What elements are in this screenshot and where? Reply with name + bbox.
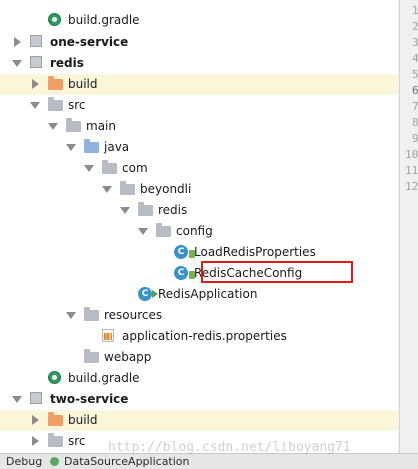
tree-row-label: build.gradle — [68, 13, 140, 27]
tree-row-label: two-service — [50, 392, 129, 406]
tree-row-config[interactable]: config — [0, 221, 398, 242]
folder-gray-icon — [48, 433, 63, 449]
tree-row-label: config — [176, 224, 213, 238]
line-number: 5 — [412, 68, 418, 81]
folder-gray-icon — [48, 97, 63, 113]
module-icon — [30, 35, 45, 50]
tree-row-label: application-redis.properties — [122, 329, 287, 343]
expanded-arrow-icon[interactable] — [30, 100, 40, 110]
line-number: 1 — [412, 4, 418, 17]
tree-row-application-redis[interactable]: application-redis.properties — [0, 326, 398, 347]
expanded-arrow-icon[interactable] — [12, 58, 22, 68]
tree-row-build-redis[interactable]: build — [0, 74, 398, 95]
folder-resources-icon — [84, 307, 99, 323]
collapsed-arrow-icon[interactable] — [30, 79, 40, 89]
editor-gutter: 1 2 3 4 5 6 7 8 9 10 11 12 — [399, 0, 418, 453]
tree-row-src-two[interactable]: src — [0, 431, 398, 452]
selection-highlight-box — [201, 261, 353, 283]
tree-row-label: com — [122, 161, 148, 175]
tree-row-redis-pkg[interactable]: redis — [0, 200, 398, 221]
expanded-arrow-icon[interactable] — [66, 310, 76, 320]
tree-row-build-gradle-root[interactable]: build.gradle — [0, 10, 398, 31]
folder-orange-icon — [48, 76, 63, 92]
tree-row-label: redis — [158, 203, 188, 217]
debug-config-label[interactable]: DataSourceApplication — [64, 455, 190, 468]
tree-row-label: LoadRedisProperties — [194, 245, 316, 259]
tree-row-label: src — [68, 98, 86, 112]
line-number: 3 — [412, 36, 418, 49]
folder-gray-icon — [84, 349, 99, 365]
package-icon — [156, 223, 171, 239]
tree-row-src-redis[interactable]: src — [0, 95, 398, 116]
line-number: 2 — [412, 20, 418, 33]
tree-row-label: redis — [50, 56, 84, 70]
tree-row-label: resources — [104, 308, 163, 322]
line-number: 8 — [412, 116, 418, 129]
expanded-arrow-icon[interactable] — [12, 394, 22, 404]
tree-row-label: webapp — [104, 350, 152, 364]
tree-row-build-gradle-redis[interactable]: build.gradle — [0, 368, 398, 389]
tree-row-one-service[interactable]: one-service — [0, 32, 398, 53]
collapsed-arrow-icon[interactable] — [30, 415, 40, 425]
tree-row-com[interactable]: com — [0, 158, 398, 179]
expanded-arrow-icon[interactable] — [138, 226, 148, 236]
module-icon — [30, 392, 45, 407]
line-number: 11 — [405, 164, 418, 177]
module-icon — [30, 56, 45, 71]
status-bar: Debug DataSourceApplication — [0, 453, 418, 469]
tree-row-label: build — [68, 77, 98, 91]
tree-row-webapp[interactable]: webapp — [0, 347, 398, 368]
line-number: 12 — [405, 180, 418, 193]
line-number: 6 — [412, 84, 418, 97]
tree-row-build-two[interactable]: build — [0, 410, 398, 431]
folder-orange-icon — [48, 412, 63, 428]
collapsed-arrow-icon[interactable] — [12, 37, 22, 47]
tree-row-label: src — [68, 434, 86, 448]
properties-icon — [102, 329, 117, 344]
tree-row-LoadRedisProperties[interactable]: C LoadRedisProperties — [0, 242, 398, 263]
class-icon: C — [174, 266, 195, 281]
tree-row-beyondli[interactable]: beyondli — [0, 179, 398, 200]
tree-row-label: beyondli — [140, 182, 192, 196]
debug-tab-label[interactable]: Debug — [6, 455, 42, 468]
tree-row-RedisApplication[interactable]: C RedisApplication — [0, 284, 398, 305]
tree-row-label: main — [86, 119, 116, 133]
gradle-icon — [48, 13, 63, 28]
package-icon — [138, 202, 153, 218]
line-number: 4 — [412, 52, 418, 65]
expanded-arrow-icon[interactable] — [66, 142, 76, 152]
expanded-arrow-icon[interactable] — [84, 163, 94, 173]
class-icon: C — [174, 245, 195, 260]
collapsed-arrow-icon[interactable] — [30, 436, 40, 446]
expanded-arrow-icon[interactable] — [48, 121, 58, 131]
line-number: 10 — [405, 148, 418, 161]
tree-row-label: java — [104, 140, 130, 154]
gradle-icon — [48, 371, 63, 386]
expanded-arrow-icon[interactable] — [120, 205, 130, 215]
tree-row-label: one-service — [50, 35, 129, 49]
tree-row-redis[interactable]: redis — [0, 53, 398, 74]
line-number: 7 — [412, 100, 418, 113]
folder-gray-icon — [66, 118, 81, 134]
tree-row-label: RedisApplication — [158, 287, 258, 301]
project-tree[interactable]: build.gradle one-service redis build src main… — [0, 0, 398, 453]
class-run-icon: C — [138, 287, 158, 302]
line-number: 9 — [412, 132, 418, 145]
bug-icon — [50, 457, 59, 466]
tree-row-resources[interactable]: resources — [0, 305, 398, 326]
expanded-arrow-icon[interactable] — [102, 184, 112, 194]
package-icon — [102, 160, 117, 176]
package-icon — [120, 181, 135, 197]
tree-row-main[interactable]: main — [0, 116, 398, 137]
tree-row-label: build — [68, 413, 98, 427]
folder-blue-icon — [84, 139, 99, 155]
tree-row-java[interactable]: java — [0, 137, 398, 158]
tree-row-label: build.gradle — [68, 371, 140, 385]
tree-row-two-service[interactable]: two-service — [0, 389, 398, 410]
